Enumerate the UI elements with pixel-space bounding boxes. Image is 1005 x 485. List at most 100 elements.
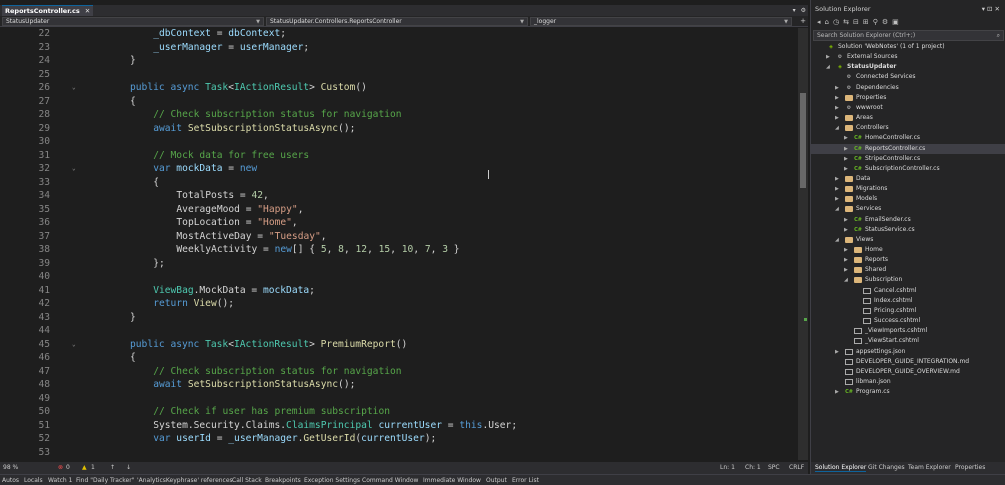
- expand-arrow-icon[interactable]: ▶: [844, 215, 850, 225]
- code-line[interactable]: 28 // Check subscription status for navig…: [0, 108, 797, 122]
- code-line[interactable]: 32 ⌄ var mockData = new: [0, 162, 797, 176]
- tree-item[interactable]: ▶ Home: [811, 245, 1005, 255]
- scrollbar-thumb[interactable]: [800, 93, 806, 188]
- tree-item[interactable]: ▶ Shared: [811, 265, 1005, 275]
- solution-search-input[interactable]: Search Solution Explorer (Ctrl+;) ⌕: [813, 30, 1004, 41]
- arrow-up-icon[interactable]: ↑: [110, 464, 115, 471]
- tree-item[interactable]: ▶ C# EmailSender.cs: [811, 215, 1005, 225]
- tree-item[interactable]: Pricing.cshtml: [811, 306, 1005, 316]
- tree-item[interactable]: ◈ Solution 'WebNotes' (1 of 1 project): [811, 42, 1005, 52]
- expand-arrow-icon[interactable]: ▶: [844, 164, 850, 174]
- collapse-arrow-icon[interactable]: ◢: [835, 204, 841, 214]
- tree-item[interactable]: ◢ Views: [811, 235, 1005, 245]
- tab-reports-controller[interactable]: ReportsController.cs ✕: [2, 5, 94, 16]
- expand-arrow-icon[interactable]: ▶: [835, 93, 841, 103]
- tree-item[interactable]: ▶ Models: [811, 194, 1005, 204]
- code-line[interactable]: 42 return View();: [0, 297, 797, 311]
- tree-item[interactable]: ▶ Data: [811, 174, 1005, 184]
- tool-window-tab[interactable]: Watch 1: [48, 477, 72, 484]
- project-dropdown[interactable]: StatusUpdater ▼: [2, 17, 264, 26]
- code-line[interactable]: 26 ⌄ public async Task<IActionResult> Cust…: [0, 81, 797, 95]
- properties-icon[interactable]: ⚙: [882, 18, 888, 26]
- whitespace-indicator[interactable]: SPC: [768, 464, 780, 471]
- code-line[interactable]: 49: [0, 392, 797, 406]
- expand-arrow-icon[interactable]: ▶: [835, 83, 841, 93]
- fold-toggle-icon[interactable]: ⌄: [72, 81, 76, 95]
- tree-item[interactable]: libman.json: [811, 377, 1005, 387]
- collapse-arrow-icon[interactable]: ◢: [835, 123, 841, 133]
- expand-arrow-icon[interactable]: ▶: [835, 184, 841, 194]
- settings-icon[interactable]: ⚙: [801, 7, 806, 14]
- code-line[interactable]: 29 await SetSubscriptionStatusAsync();: [0, 122, 797, 136]
- expand-arrow-icon[interactable]: ▶: [844, 245, 850, 255]
- tree-item[interactable]: ▶ Reports: [811, 255, 1005, 265]
- tree-item[interactable]: ▶ Properties: [811, 93, 1005, 103]
- code-line[interactable]: 44: [0, 324, 797, 338]
- sol-tab[interactable]: Team Explorer: [908, 464, 951, 471]
- history-icon[interactable]: ◷: [833, 18, 839, 26]
- tree-item[interactable]: ▶ ⚙ wwwroot: [811, 103, 1005, 113]
- tree-item[interactable]: _ViewStart.cshtml: [811, 336, 1005, 346]
- code-line[interactable]: 40: [0, 270, 797, 284]
- tool-window-tab[interactable]: Call Stack: [232, 477, 262, 484]
- code-line[interactable]: 35 AverageMood = "Happy",: [0, 203, 797, 217]
- code-area[interactable]: 22 _dbContext = dbContext; 23 _userManager …: [0, 28, 797, 460]
- tool-window-tab[interactable]: Immediate Window: [423, 477, 481, 484]
- expand-arrow-icon[interactable]: ▶: [826, 52, 832, 62]
- pane-window-icons[interactable]: ▾ ⊡ ✕: [982, 5, 1000, 13]
- warning-count[interactable]: 1: [91, 464, 95, 471]
- code-line[interactable]: 48 await SetSubscriptionStatusAsync();: [0, 378, 797, 392]
- expand-arrow-icon[interactable]: ▶: [835, 113, 841, 123]
- tree-item[interactable]: ▶ ⚙ Dependencies: [811, 83, 1005, 93]
- expand-arrow-icon[interactable]: ▶: [835, 387, 841, 397]
- tree-item[interactable]: DEVELOPER_GUIDE_INTEGRATION.md: [811, 357, 1005, 367]
- tree-item[interactable]: ◢ Controllers: [811, 123, 1005, 133]
- type-dropdown[interactable]: StatusUpdater.Controllers.ReportsControl…: [266, 17, 528, 26]
- tool-window-tab[interactable]: Locals: [24, 477, 43, 484]
- fold-toggle-icon[interactable]: ⌄: [72, 338, 76, 352]
- code-line[interactable]: 37 MostActiveDay = "Tuesday",: [0, 230, 797, 244]
- sol-tab[interactable]: Solution Explorer: [815, 464, 867, 472]
- tree-item[interactable]: ▶ appsettings.json: [811, 347, 1005, 357]
- fold-toggle-icon[interactable]: ⌄: [72, 162, 76, 176]
- code-line[interactable]: 31 // Mock data for free users: [0, 149, 797, 163]
- tree-item[interactable]: ▶ ⚙ External Sources: [811, 52, 1005, 62]
- tree-item[interactable]: ◢ Subscription: [811, 275, 1005, 285]
- zoom-level[interactable]: 98 %: [3, 464, 18, 471]
- collapse-arrow-icon[interactable]: ◢: [826, 62, 832, 72]
- code-line[interactable]: 23 _userManager = userManager;: [0, 41, 797, 55]
- tree-item[interactable]: Cancel.cshtml: [811, 286, 1005, 296]
- code-line[interactable]: 25: [0, 68, 797, 82]
- tree-item[interactable]: ⚙ Connected Services: [811, 72, 1005, 82]
- collapse-arrow-icon[interactable]: ◢: [844, 275, 850, 285]
- expand-arrow-icon[interactable]: ▶: [844, 265, 850, 275]
- code-line[interactable]: 33 {: [0, 176, 797, 190]
- tool-window-tab[interactable]: Error List: [512, 477, 539, 484]
- collapse-icon[interactable]: ⊟: [853, 18, 859, 26]
- code-line[interactable]: 39};: [0, 257, 797, 271]
- code-line[interactable]: 50 // Check if user has premium subscript…: [0, 405, 797, 419]
- expand-arrow-icon[interactable]: ▶: [835, 194, 841, 204]
- line-ending-indicator[interactable]: CRLF: [789, 464, 804, 471]
- member-dropdown[interactable]: _logger ▼: [530, 17, 792, 26]
- tree-item[interactable]: ▶ C# StripeController.cs: [811, 154, 1005, 164]
- arrow-down-icon[interactable]: ↓: [126, 464, 131, 471]
- code-line[interactable]: 47 // Check subscription status for navig…: [0, 365, 797, 379]
- sol-tab[interactable]: Git Changes: [868, 464, 905, 471]
- code-line[interactable]: 27 {: [0, 95, 797, 109]
- tree-item[interactable]: ◢ ◈ StatusUpdater: [811, 62, 1005, 72]
- tool-window-tab[interactable]: Exception Settings: [304, 477, 360, 484]
- tree-item[interactable]: ▶ Migrations: [811, 184, 1005, 194]
- tool-window-tab[interactable]: Breakpoints: [265, 477, 301, 484]
- line-indicator[interactable]: Ln: 1: [720, 464, 735, 471]
- tree-item[interactable]: ▶ C# ReportsController.cs: [811, 143, 1005, 154]
- tree-item[interactable]: Index.cshtml: [811, 296, 1005, 306]
- expand-arrow-icon[interactable]: ▶: [844, 144, 850, 154]
- code-line[interactable]: 22 _dbContext = dbContext;: [0, 28, 797, 41]
- code-line[interactable]: 30: [0, 135, 797, 149]
- code-line[interactable]: 53: [0, 446, 797, 460]
- expand-arrow-icon[interactable]: ▶: [844, 225, 850, 235]
- expand-arrow-icon[interactable]: ▶: [835, 174, 841, 184]
- preview-icon[interactable]: ▣: [892, 18, 899, 26]
- expand-arrow-icon[interactable]: ▶: [835, 103, 841, 113]
